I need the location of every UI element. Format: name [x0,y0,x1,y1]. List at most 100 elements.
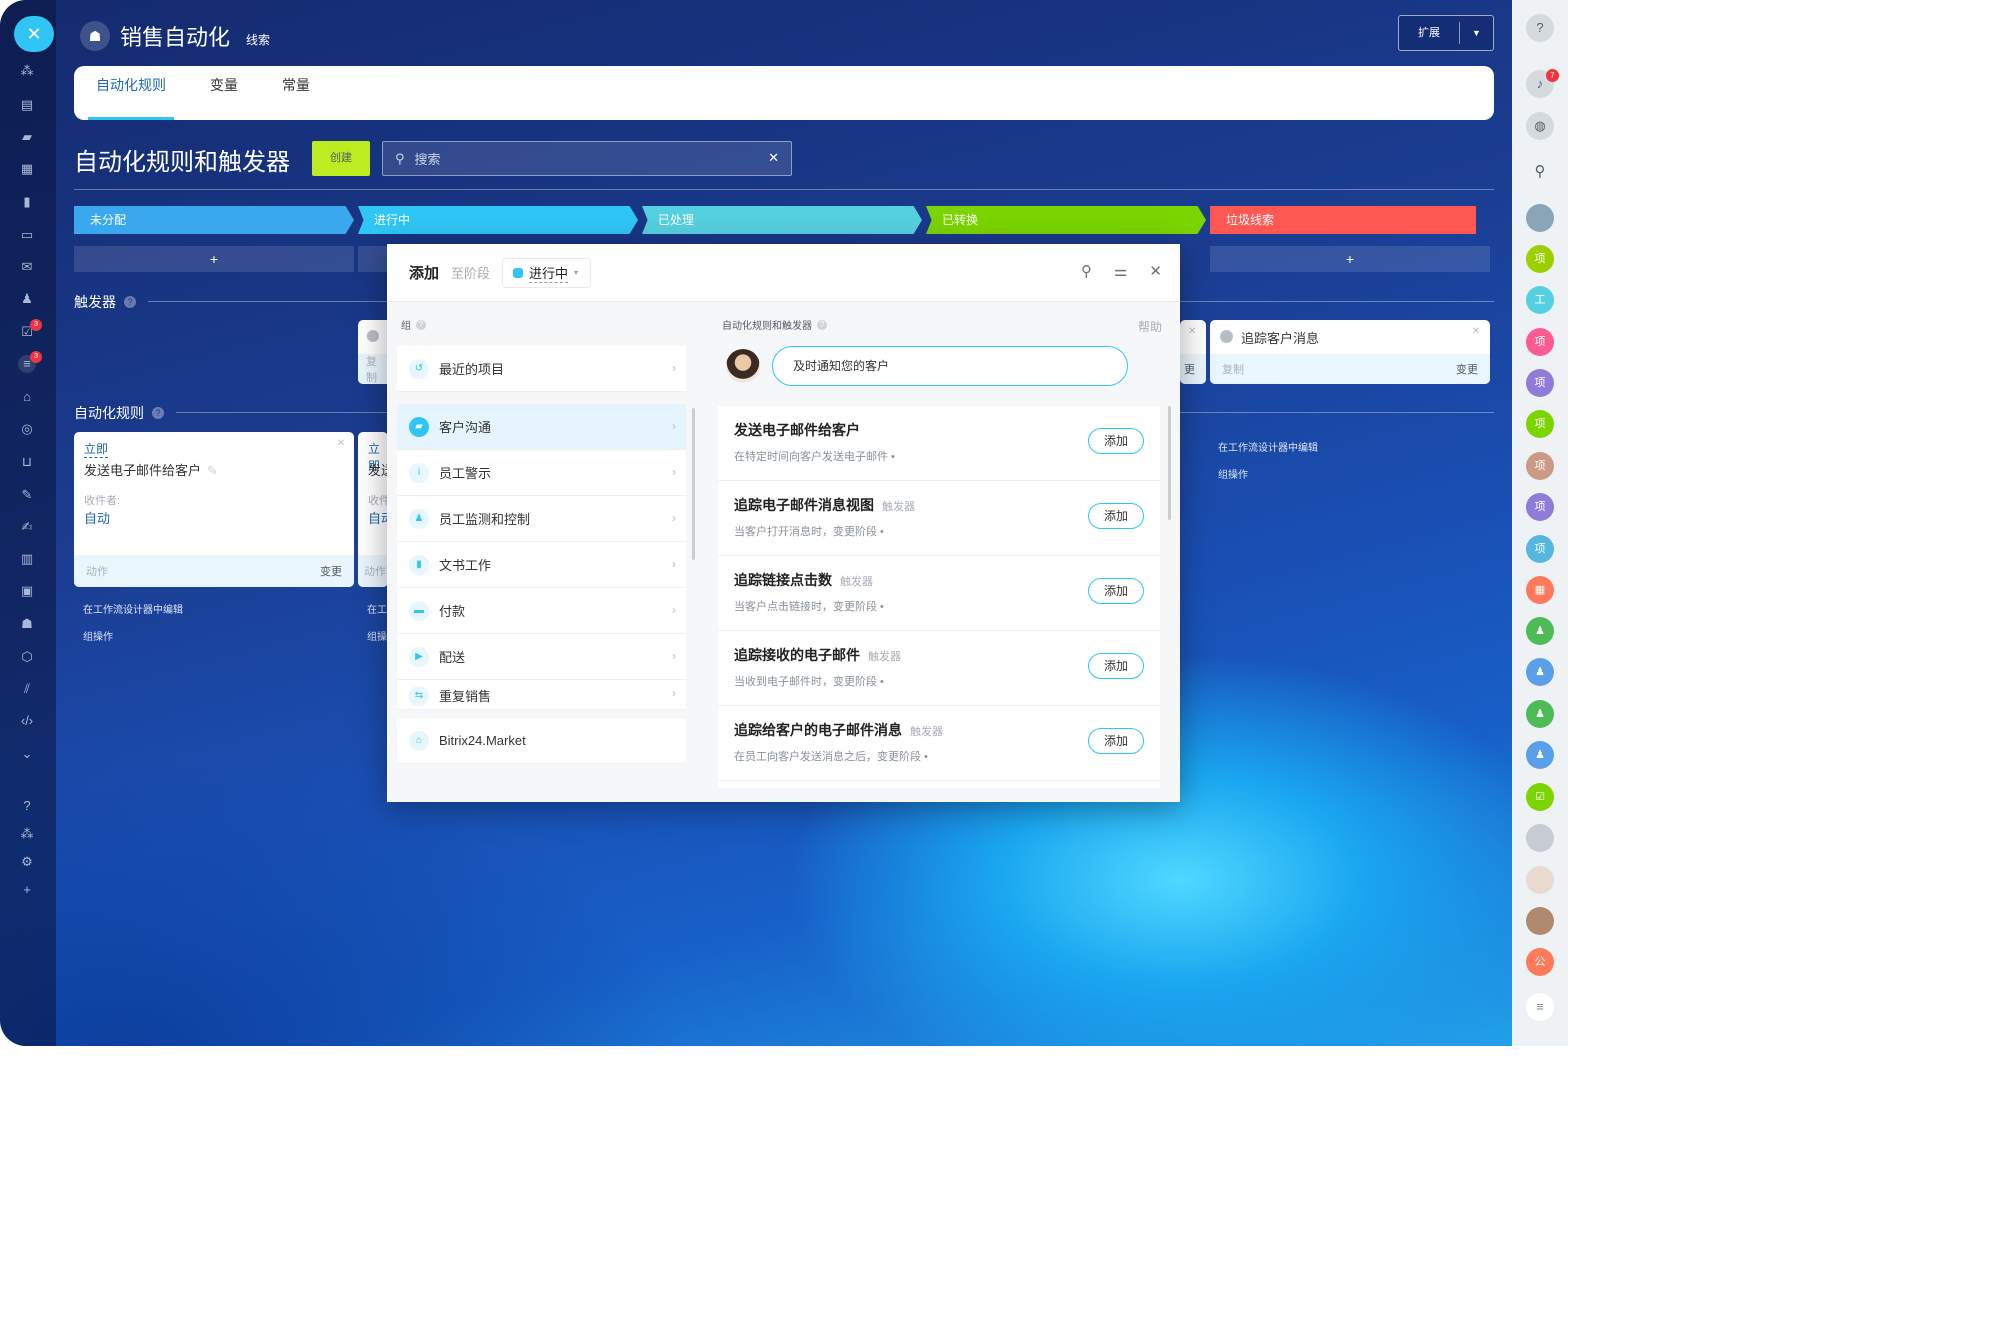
help-icon[interactable]: ? [416,319,426,330]
feed-icon[interactable]: ▤ [18,96,36,114]
sign-icon[interactable]: ✍ [18,518,36,536]
add-rule-button[interactable]: + [1210,246,1490,272]
close-icon[interactable]: ✕ [1472,326,1480,337]
stage-in-progress[interactable]: 进行中 [358,206,638,234]
add-button[interactable]: 添加 [1088,578,1144,604]
group-actions-link[interactable]: 组操 [367,628,387,643]
add-button[interactable]: 添加 [1088,503,1144,529]
search-icon[interactable]: ⚲ [1081,262,1092,280]
help-icon[interactable]: ? [152,407,164,419]
robot-icon[interactable]: ☗ [18,615,36,633]
stage-unassigned[interactable]: 未分配 [74,206,354,234]
stage-junk[interactable]: 垃圾线索 [1210,206,1476,234]
mail-icon[interactable]: ✉ [18,258,36,276]
group-repeat-sales[interactable]: ⇆ 重复销售 › [397,680,686,710]
analytics-icon[interactable]: ▥ [18,550,36,568]
group-paperwork[interactable]: ▮ 文书工作 › [397,542,686,588]
calendar-icon[interactable]: ▦ [18,160,36,178]
drive-icon[interactable]: ▭ [18,226,36,244]
group-actions-link[interactable]: 组操作 [1218,466,1248,481]
change-link[interactable]: 更 [1184,361,1195,377]
avatar[interactable]: 项 [1526,535,1554,563]
box-icon[interactable]: ⬡ [18,648,36,666]
add-rule-button[interactable] [358,246,388,272]
avatar[interactable] [1526,204,1554,232]
rule-item[interactable]: 追踪电子邮件消息视图 触发器 当客户打开消息时，变更阶段 • 添加 [718,481,1160,556]
avatar[interactable] [1526,907,1554,935]
structure-icon[interactable]: ⁂ [18,825,36,843]
add-icon[interactable]: + [18,881,36,899]
edit-icon[interactable]: ✎ [18,486,36,504]
avatar[interactable] [1526,866,1554,894]
close-icon[interactable]: ✕ [1188,326,1196,337]
market-icon[interactable]: ⫽ [18,680,36,698]
close-icon[interactable]: ✕ [337,438,345,449]
activity-icon[interactable]: ⁂ [18,62,36,80]
change-link[interactable]: 变更 [1456,361,1478,377]
group-customer-communication[interactable]: ▰ 客户沟通 › [397,404,686,450]
help-icon[interactable]: ? [1526,14,1554,42]
tab-automation-rules[interactable]: 自动化规则 [88,66,174,120]
group-actions-link[interactable]: 组操作 [83,628,113,643]
avatar[interactable]: 项 [1526,493,1554,521]
rule-timing[interactable]: 立即 [84,440,109,458]
add-button[interactable]: 添加 [1088,428,1144,454]
expand-button[interactable]: 扩展 ▼ [1398,15,1494,51]
contact-center-icon[interactable]: ▣ [18,582,36,600]
scrollbar[interactable] [1168,406,1171,520]
recipient-value[interactable]: 自动 [84,508,110,527]
group-icon[interactable]: ♟ [1526,658,1554,686]
company-icon[interactable]: ⌂ [18,388,36,406]
group-payment[interactable]: ▬ 付款 › [397,588,686,634]
stage-converted[interactable]: 已转换 [926,206,1206,234]
pencil-icon[interactable]: ✎ [207,463,218,478]
rule-item[interactable]: 发送电子邮件给客户 在特定时间向客户发送电子邮件 • 添加 [718,406,1160,481]
group-icon[interactable]: ♟ [1526,700,1554,728]
avatar[interactable]: 项 [1526,328,1554,356]
chat-icon[interactable]: ◍ [1526,112,1554,140]
search-icon[interactable]: ⚲ [1526,158,1554,186]
groups-icon[interactable]: ♟ [18,290,36,308]
avatar[interactable]: 项 [1526,369,1554,397]
add-button[interactable]: 添加 [1088,653,1144,679]
group-icon[interactable]: ♟ [1526,741,1554,769]
help-icon[interactable]: ? [18,797,36,815]
scrollbar[interactable] [692,408,695,560]
rule-item[interactable]: 追踪给客户的电子邮件消息 触发器 在员工向客户发送消息之后，变更阶段 • 添加 [718,706,1160,781]
avatar[interactable] [1526,824,1554,852]
avatar[interactable]: 项 [1526,410,1554,438]
menu-icon[interactable]: ≡ [1526,993,1554,1021]
recipient-value[interactable]: 自动 [368,508,388,527]
cart-icon[interactable]: ⊔ [18,453,36,471]
group-icon[interactable]: ♟ [1526,617,1554,645]
search-input[interactable]: ⚲ 搜索 ✕ [382,141,792,176]
close-icon[interactable]: ✕ [14,16,54,52]
help-icon[interactable]: ? [817,319,827,330]
tab-constants[interactable]: 常量 [282,66,310,120]
more-icon[interactable]: ⌄ [18,745,36,763]
avatar[interactable]: 项 [1526,245,1554,273]
stage-select[interactable]: 进行中 ▾ [502,257,592,288]
stage-processed[interactable]: 已处理 [642,206,922,234]
target-icon[interactable]: ◎ [18,420,36,438]
group-employee-alerts[interactable]: i 员工警示 › [397,450,686,496]
help-link[interactable]: 帮助 [1138,318,1162,335]
copy-link[interactable]: 复制 [366,353,386,384]
change-link[interactable]: 变更 [320,563,342,579]
code-icon[interactable]: ‹/› [18,712,36,730]
automation-rule-card[interactable]: 立即 ✕ 发送电子邮件给客户 ✎ 收件者: 自动 动作 变更 [74,432,354,587]
group-recent[interactable]: ↺ 最近的项目 › [397,346,686,392]
document-icon[interactable]: ▮ [18,193,36,211]
create-button[interactable]: 创建 [312,141,370,176]
avatar[interactable]: 项 [1526,452,1554,480]
trigger-card[interactable]: 追踪客户消息 ✕ 复制 变更 [1210,320,1490,384]
rule-item[interactable]: 追踪链接点击数 触发器 当客户点击链接时，变更阶段 • 添加 [718,556,1160,631]
trigger-card[interactable]: ✕ 更 [1180,320,1206,384]
settings-icon[interactable]: ⚙ [18,853,36,871]
copy-link[interactable]: 复制 [1222,361,1244,377]
edit-in-designer-link[interactable]: 在工作流设计器中编辑 [83,601,183,616]
add-button[interactable]: 添加 [1088,728,1144,754]
chevron-down-icon[interactable]: ▼ [1460,16,1493,50]
group-market[interactable]: ⌂ Bitrix24.Market [397,718,686,764]
edit-in-designer-link[interactable]: 在工 [367,601,387,616]
